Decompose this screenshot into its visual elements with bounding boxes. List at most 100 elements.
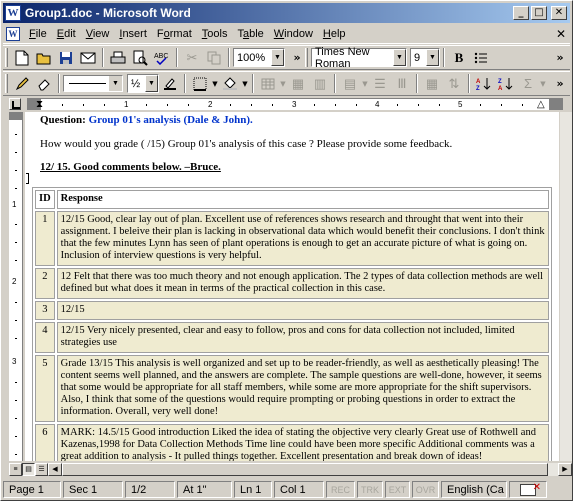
merge-cells-icon[interactable]: ▦ [287, 73, 309, 94]
eraser-icon[interactable] [33, 73, 55, 94]
table-autoformat-icon[interactable]: ▦ [421, 73, 443, 94]
chevron-down-icon[interactable]: ▼ [279, 80, 287, 88]
maximize-button[interactable]: □ [531, 6, 547, 20]
line-weight-select[interactable]: ½ ▼ [127, 74, 159, 93]
more-buttons-icon[interactable]: » [554, 77, 566, 90]
toolbar-separator [184, 74, 186, 93]
table-row: 4 12/15 Very nicely presented, clear and… [35, 322, 549, 353]
table-row: 3 12/15 [35, 301, 549, 320]
menu-window[interactable]: Window [269, 28, 318, 40]
menu-view[interactable]: View [81, 28, 115, 40]
tab-stop-selector[interactable] [9, 98, 21, 110]
chevron-down-icon[interactable]: ▼ [271, 49, 284, 66]
spelling-status[interactable] [509, 481, 547, 498]
align-top-icon[interactable]: ▤ [339, 73, 361, 94]
title-bar[interactable]: W Group1.doc - Microsoft Word _ □ ✕ [3, 3, 570, 23]
font-size-value: 9 [414, 51, 421, 64]
sort-ascending-icon[interactable]: AZ [473, 73, 495, 94]
print-layout-view-icon[interactable]: ▤ [22, 462, 35, 476]
open-folder-icon[interactable] [33, 47, 55, 68]
distribute-columns-icon[interactable]: Ⅲ [391, 73, 413, 94]
menu-table[interactable]: Table [232, 28, 268, 40]
split-cells-icon[interactable]: ▥ [309, 73, 331, 94]
toolbar-separator [468, 74, 470, 93]
menu-tools[interactable]: Tools [197, 28, 233, 40]
font-size-select[interactable]: 9 ▼ [410, 48, 440, 67]
menu-edit[interactable]: Edit [52, 28, 81, 40]
document-icon[interactable]: W [6, 27, 20, 41]
document-close-icon[interactable]: ✕ [556, 27, 566, 41]
row-response[interactable]: 12 Felt that there was too much theory a… [56, 268, 549, 299]
menu-help[interactable]: Help [318, 28, 351, 40]
border-color-icon[interactable] [159, 73, 181, 94]
menu-format[interactable]: Format [152, 28, 197, 40]
menu-insert[interactable]: Insert [114, 28, 152, 40]
copy-icon[interactable] [203, 47, 225, 68]
sort-descending-icon[interactable]: ZA [495, 73, 517, 94]
document-page[interactable]: Question: Group 01's analysis (Dale & Jo… [25, 112, 559, 461]
toolbar-grip[interactable] [5, 48, 8, 67]
chevron-down-icon[interactable]: ▼ [109, 76, 122, 91]
scroll-right-icon[interactable]: ▶ [558, 462, 572, 476]
cut-icon[interactable]: ✂ [181, 47, 203, 68]
change-text-direction-icon[interactable]: ⇅ [443, 73, 465, 94]
vruler-number: 1 [12, 200, 17, 209]
chevron-down-icon[interactable]: ▼ [393, 49, 406, 66]
chevron-down-icon[interactable]: ▼ [361, 80, 369, 88]
outline-view-icon[interactable]: ☰ [35, 462, 48, 476]
horizontal-scroll-track[interactable] [548, 462, 558, 476]
font-select[interactable]: Times New Roman ▼ [311, 46, 407, 70]
status-trk[interactable]: TRK [357, 481, 383, 498]
row-response[interactable]: Grade 13/15 This analysis is well organi… [56, 355, 549, 422]
autosum-icon[interactable]: Σ [517, 73, 539, 94]
toolbar-grip[interactable] [305, 48, 308, 67]
spelling-icon[interactable]: ABC [151, 47, 173, 68]
zoom-select[interactable]: 100% ▼ [233, 48, 285, 67]
print-icon[interactable] [107, 47, 129, 68]
column-header-response: Response [56, 190, 549, 209]
status-language[interactable]: English (Ca [441, 481, 507, 498]
bullets-icon[interactable] [470, 47, 492, 68]
chevron-down-icon[interactable]: ▼ [241, 80, 249, 88]
vertical-scrollbar[interactable] [559, 112, 572, 461]
save-icon[interactable] [55, 47, 77, 68]
indent-marker-icon[interactable]: ⧗ [36, 99, 43, 110]
print-preview-icon[interactable] [129, 47, 151, 68]
word-app-icon[interactable]: W [5, 5, 21, 21]
standard-toolbar: ABC ✂ 100% ▼ » Times New Roman ▼ 9 ▼ B » [3, 45, 570, 70]
email-icon[interactable] [77, 47, 99, 68]
row-response[interactable]: MARK: 14.5/15 Good introduction Liked th… [56, 424, 549, 461]
bold-button[interactable]: B [448, 47, 470, 68]
insert-table-icon[interactable] [257, 73, 279, 94]
vertical-ruler[interactable]: 1 2 3 [9, 112, 23, 461]
new-document-icon[interactable] [11, 47, 33, 68]
row-response[interactable]: 12/15 [56, 301, 549, 320]
distribute-rows-icon[interactable]: ☰ [369, 73, 391, 94]
chevron-down-icon[interactable]: ▼ [426, 49, 439, 66]
chevron-down-icon[interactable]: ▼ [539, 80, 547, 88]
close-button[interactable]: ✕ [551, 6, 567, 20]
draw-table-pencil-icon[interactable] [11, 73, 33, 94]
status-ext[interactable]: EXT [385, 481, 410, 498]
row-response[interactable]: 12/15 Very nicely presented, clear and e… [56, 322, 549, 353]
chevron-down-icon[interactable]: ▼ [211, 80, 219, 88]
toolbar-grip[interactable] [5, 74, 8, 93]
line-style-select[interactable]: ▼ [63, 75, 123, 92]
normal-view-icon[interactable]: ≡ [9, 462, 22, 476]
chevron-down-icon[interactable]: ▼ [145, 75, 158, 92]
status-ovr[interactable]: OVR [412, 481, 439, 498]
more-buttons-icon[interactable]: » [291, 51, 303, 64]
more-buttons-icon[interactable]: » [554, 51, 566, 64]
horizontal-scroll-thumb[interactable] [62, 462, 548, 476]
horizontal-ruler[interactable]: ⧗ 1 2 3 4 5 △ [27, 98, 563, 110]
status-rec[interactable]: REC [326, 481, 355, 498]
minimize-button[interactable]: _ [513, 6, 529, 20]
menu-help-label: elp [330, 28, 346, 40]
right-indent-marker-icon[interactable]: △ [537, 99, 545, 110]
shading-color-icon[interactable] [219, 73, 241, 94]
menu-file[interactable]: File [24, 28, 52, 40]
borders-icon[interactable] [189, 73, 211, 94]
scroll-left-icon[interactable]: ◀ [48, 462, 62, 476]
table-row: 2 12 Felt that there was too much theory… [35, 268, 549, 299]
row-response[interactable]: 12/15 Good, clear lay out of plan. Excel… [56, 211, 549, 266]
